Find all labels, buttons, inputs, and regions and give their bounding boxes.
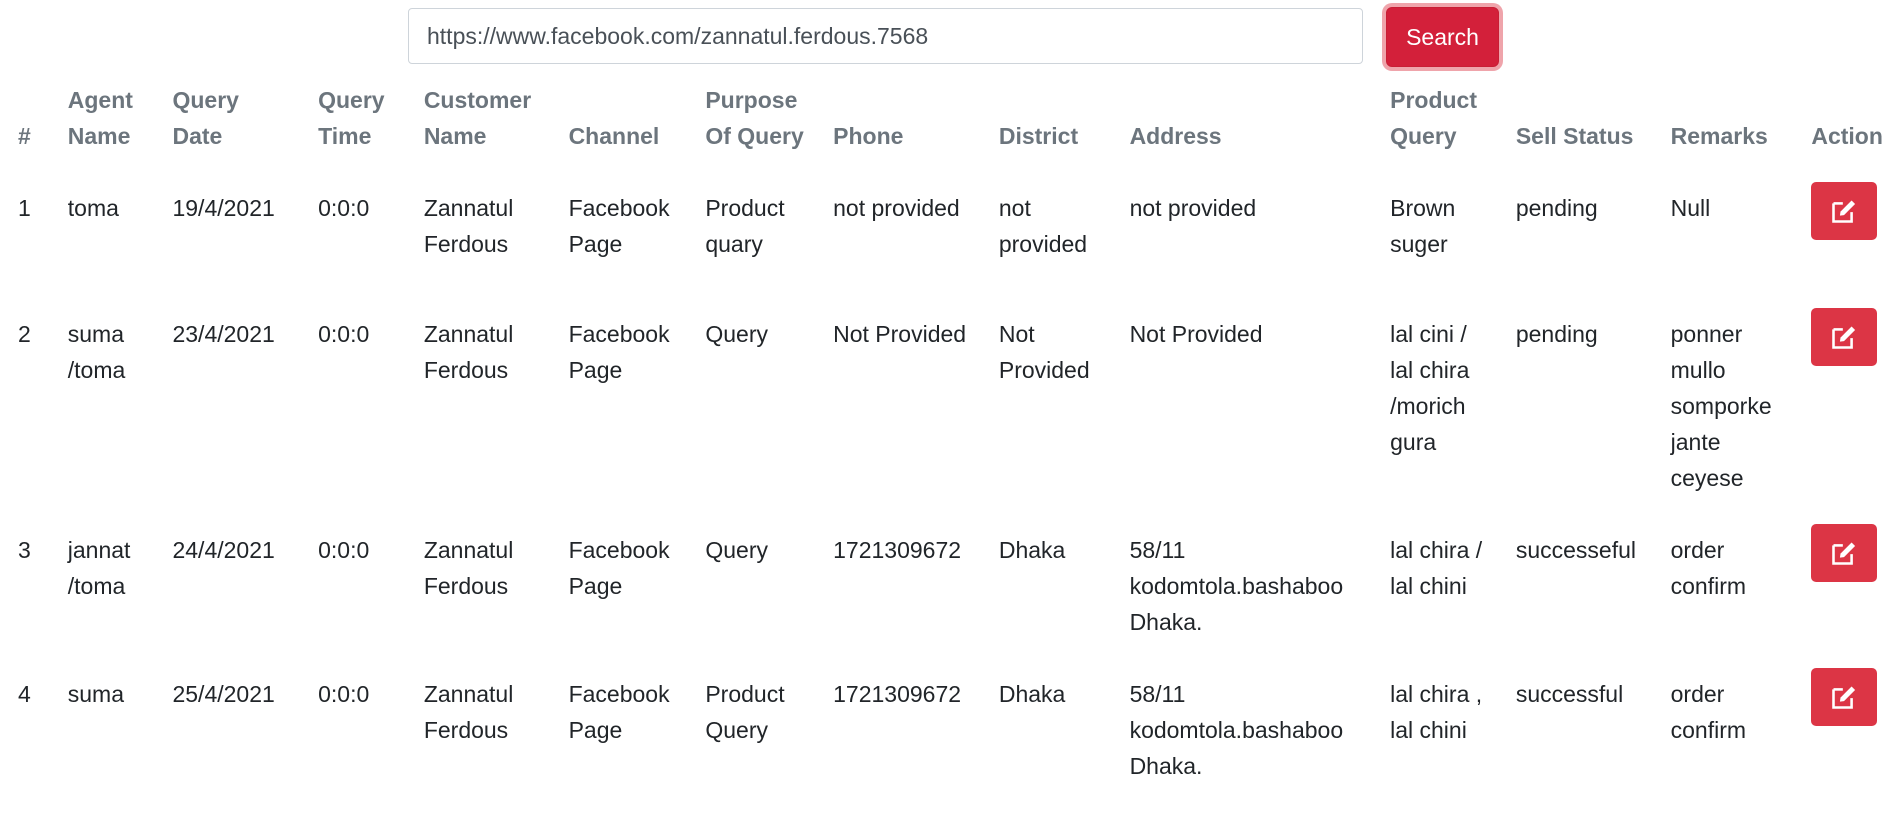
edit-icon xyxy=(1832,200,1856,223)
cell-remarks: order confirm xyxy=(1670,537,1747,599)
table-row: 1 toma 19/4/2021 0:0:0 Zannatul Ferdous … xyxy=(0,172,1891,298)
header-channel: Channel xyxy=(568,123,660,149)
table-header-row: # Agent Name Query Date Query Time Custo… xyxy=(0,82,1891,172)
edit-button[interactable] xyxy=(1811,524,1878,582)
cell-district: Dhaka xyxy=(998,537,1066,563)
cell-channel: Facebook Page xyxy=(568,195,670,257)
table-row: 2 suma /toma 23/4/2021 0:0:0 Zannatul Fe… xyxy=(0,298,1891,514)
cell-address: 58/11 kodomtola.bashaboo Dhaka. xyxy=(1129,681,1344,779)
cell-remarks: Null xyxy=(1670,195,1711,221)
header-action: Action xyxy=(1811,123,1883,149)
cell-agent-name: suma /toma xyxy=(67,321,126,383)
cell-action xyxy=(1793,514,1891,658)
cell-product-query: lal chira / lal chini xyxy=(1390,537,1483,599)
cell-agent-name: toma xyxy=(67,195,119,221)
cell-district: Not Provided xyxy=(998,321,1090,383)
cell-channel: Facebook Page xyxy=(568,681,670,743)
cell-phone: Not Provided xyxy=(833,321,967,347)
cell-channel: Facebook Page xyxy=(568,321,670,383)
cell-product-query: lal chira , lal chini xyxy=(1390,681,1483,743)
cell-address: 58/11 kodomtola.bashaboo Dhaka. xyxy=(1129,537,1344,635)
cell-address: not provided xyxy=(1129,195,1257,221)
edit-button[interactable] xyxy=(1811,182,1878,240)
cell-agent-name: suma xyxy=(67,681,125,707)
cell-index: 3 xyxy=(18,537,31,563)
cell-purpose: Query xyxy=(705,537,768,563)
cell-query-date: 25/4/2021 xyxy=(172,681,275,707)
cell-agent-name: jannat /toma xyxy=(67,537,131,599)
header-phone: Phone xyxy=(833,123,904,149)
cell-channel: Facebook Page xyxy=(568,537,670,599)
edit-icon xyxy=(1832,542,1856,565)
cell-sell-status: successeful xyxy=(1515,537,1636,563)
header-district: District xyxy=(998,123,1079,149)
cell-query-time: 0:0:0 xyxy=(318,321,370,347)
cell-query-time: 0:0:0 xyxy=(318,537,370,563)
header-address: Address xyxy=(1129,123,1222,149)
cell-remarks: order confirm xyxy=(1670,681,1747,743)
header-index: # xyxy=(18,123,31,149)
header-query-time: Query Time xyxy=(318,87,385,149)
cell-index: 2 xyxy=(18,321,31,347)
edit-icon xyxy=(1832,326,1856,349)
table-row: 4 suma 25/4/2021 0:0:0 Zannatul Ferdous … xyxy=(0,658,1891,784)
cell-district: not provided xyxy=(998,195,1088,257)
edit-button[interactable] xyxy=(1811,308,1878,366)
header-product-query: Product Query xyxy=(1390,87,1477,149)
cell-district: Dhaka xyxy=(998,681,1066,707)
cell-query-date: 23/4/2021 xyxy=(172,321,275,347)
query-table: # Agent Name Query Date Query Time Custo… xyxy=(0,82,1891,784)
search-input[interactable] xyxy=(408,8,1363,64)
cell-index: 4 xyxy=(18,681,31,707)
cell-phone: not provided xyxy=(833,195,960,221)
search-button[interactable]: Search xyxy=(1386,7,1499,67)
cell-action xyxy=(1793,298,1891,514)
header-sell-status: Sell Status xyxy=(1515,123,1634,149)
cell-phone: 1721309672 xyxy=(833,537,962,563)
cell-product-query: Brown suger xyxy=(1390,195,1456,257)
cell-purpose: Query xyxy=(705,321,768,347)
cell-query-date: 19/4/2021 xyxy=(172,195,275,221)
cell-remarks: ponner mullo somporke jante ceyese xyxy=(1670,321,1772,491)
edit-button[interactable] xyxy=(1811,668,1878,726)
cell-purpose: Product Query xyxy=(705,681,785,743)
cell-action xyxy=(1793,172,1891,298)
cell-customer-name: Zannatul Ferdous xyxy=(423,321,514,383)
cell-sell-status: successful xyxy=(1515,681,1624,707)
cell-query-date: 24/4/2021 xyxy=(172,537,275,563)
edit-icon xyxy=(1832,686,1856,709)
cell-customer-name: Zannatul Ferdous xyxy=(423,195,514,257)
cell-product-query: lal cini / lal chira /morich gura xyxy=(1390,321,1470,455)
header-remarks: Remarks xyxy=(1670,123,1768,149)
cell-phone: 1721309672 xyxy=(833,681,962,707)
cell-sell-status: pending xyxy=(1515,195,1598,221)
cell-sell-status: pending xyxy=(1515,321,1598,347)
cell-query-time: 0:0:0 xyxy=(318,195,370,221)
header-customer-name: Customer Name xyxy=(423,87,532,149)
header-query-date: Query Date xyxy=(172,87,239,149)
cell-action xyxy=(1793,658,1891,784)
cell-customer-name: Zannatul Ferdous xyxy=(423,681,514,743)
cell-index: 1 xyxy=(18,195,31,221)
cell-query-time: 0:0:0 xyxy=(318,681,370,707)
header-purpose: Purpose Of Query xyxy=(705,87,804,149)
header-agent-name: Agent Name xyxy=(67,87,133,149)
table-row: 3 jannat /toma 24/4/2021 0:0:0 Zannatul … xyxy=(0,514,1891,658)
cell-purpose: Product quary xyxy=(705,195,785,257)
cell-address: Not Provided xyxy=(1129,321,1263,347)
cell-customer-name: Zannatul Ferdous xyxy=(423,537,514,599)
